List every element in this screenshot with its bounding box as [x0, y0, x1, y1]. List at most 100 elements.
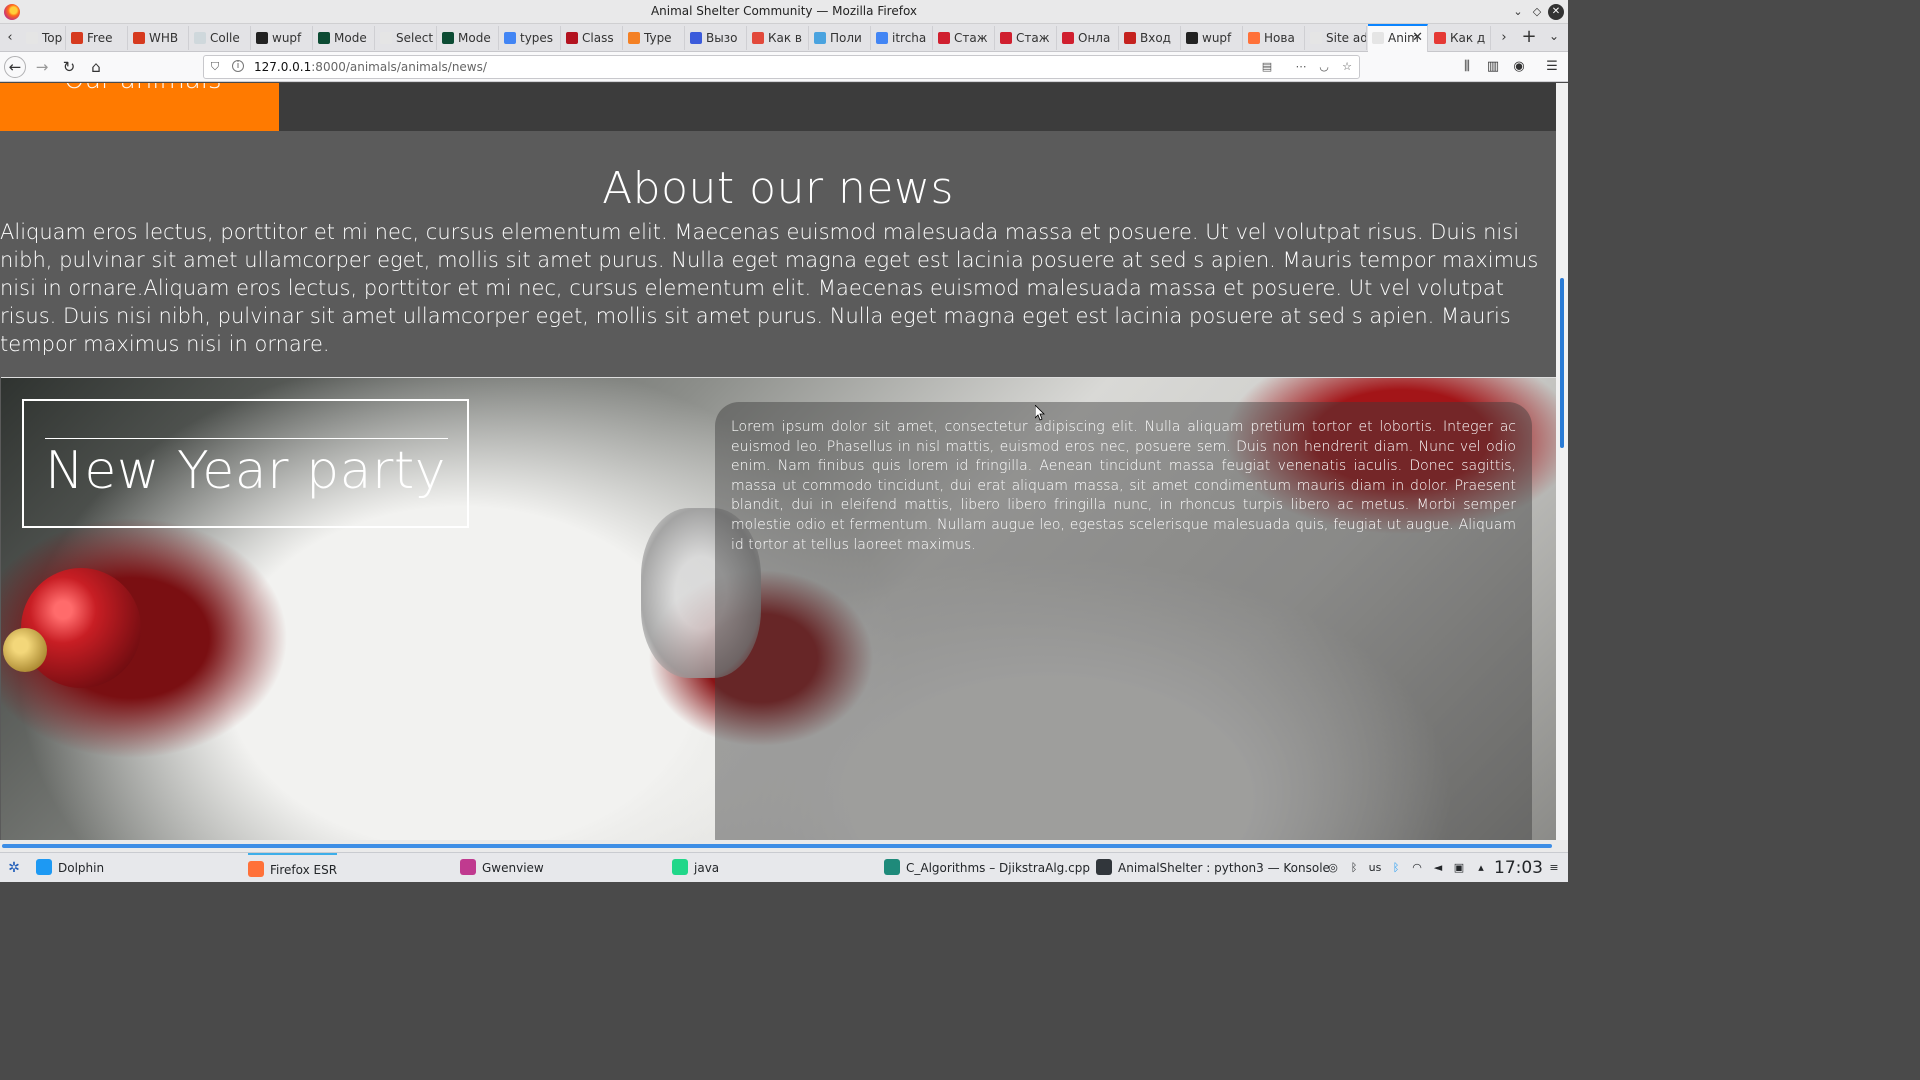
taskbar-task[interactable]: C_Algorithms – DjikstraAlg.cpp — [884, 853, 1090, 883]
page-actions-icon[interactable]: ⋯ — [1294, 60, 1308, 74]
browser-tab[interactable]: Как в — [748, 26, 809, 50]
app-icon — [36, 859, 52, 875]
taskbar-task[interactable]: Gwenview — [460, 853, 544, 883]
browser-tab[interactable]: Стаж — [934, 26, 995, 50]
tray-expand-icon[interactable]: ▴ — [1474, 861, 1488, 875]
ornament-image — [3, 628, 47, 672]
browser-tab[interactable]: Anim ✕ — [1368, 24, 1428, 52]
tab-label: Онла — [1078, 31, 1111, 45]
task-label: java — [694, 861, 720, 875]
sidebar-icon[interactable]: ▥ — [1484, 58, 1502, 76]
tab-list-icon[interactable]: ⌄ — [1546, 29, 1562, 47]
taskbar-task[interactable]: Firefox ESR — [248, 853, 338, 883]
favicon-icon — [256, 32, 268, 44]
site-nav-bar: Our animals — [0, 83, 1556, 131]
tab-scroll-left-icon[interactable]: ‹ — [2, 29, 18, 47]
browser-tab[interactable]: Стаж — [996, 26, 1057, 50]
news-title: New Year party — [45, 441, 446, 501]
network-status-icon[interactable]: ◎ — [1326, 861, 1340, 875]
tab-label: Нова — [1264, 31, 1295, 45]
browser-tab[interactable]: Нова — [1244, 26, 1305, 50]
back-button[interactable]: ← — [4, 56, 26, 78]
browser-tab[interactable]: Mode — [438, 26, 499, 50]
volume-icon[interactable]: ◄ — [1431, 861, 1445, 875]
news-title-box: New Year party — [22, 399, 469, 528]
about-heading: About our news — [602, 163, 954, 214]
tab-label: Стаж — [954, 31, 988, 45]
browser-tab[interactable]: Top a — [22, 26, 66, 50]
close-window-icon[interactable]: ✕ — [1548, 4, 1564, 20]
browser-tab[interactable]: types — [500, 26, 561, 50]
reader-view-icon[interactable]: ▤ — [1260, 60, 1274, 74]
browser-tab[interactable]: Mode — [314, 26, 375, 50]
scrollbar-thumb[interactable] — [2, 844, 1552, 848]
news-card[interactable]: New Year party Lorem ipsum dolor sit ame… — [1, 377, 1556, 840]
application-launcher-icon[interactable]: ✲ — [4, 858, 24, 878]
taskbar-task[interactable]: java — [672, 853, 719, 883]
shield-icon[interactable]: ⛉ — [208, 60, 222, 74]
browser-tab[interactable]: Colle — [190, 26, 251, 50]
url-bar[interactable]: ⛉ i 127.0.0.1:8000/animals/animals/news/… — [203, 55, 1360, 79]
tab-label: Стаж — [1016, 31, 1050, 45]
reload-button[interactable]: ↻ — [58, 56, 80, 78]
browser-tab[interactable]: Select ar — [376, 26, 437, 50]
browser-tab[interactable]: Free — [67, 26, 128, 50]
tab-label: Mode — [458, 31, 491, 45]
pocket-icon[interactable]: ◡ — [1317, 60, 1331, 74]
browser-tab[interactable]: Поли — [810, 26, 871, 50]
favicon-icon — [1000, 32, 1012, 44]
browser-tab[interactable]: Вход — [1120, 26, 1181, 50]
maximize-icon[interactable]: ◇ — [1529, 4, 1545, 20]
tab-label: wupf — [272, 31, 302, 45]
taskbar-task[interactable]: AnimalShelter : python3 — Konsole — [1096, 853, 1330, 883]
window-titlebar: Animal Shelter Community — Mozilla Firef… — [0, 0, 1568, 24]
home-button[interactable]: ⌂ — [85, 56, 107, 78]
favicon-icon — [814, 32, 826, 44]
bookmark-star-icon[interactable]: ☆ — [1340, 60, 1354, 74]
bluetooth-icon[interactable]: ᛒ — [1347, 861, 1361, 875]
tab-label: wupf — [1202, 31, 1232, 45]
browser-tab[interactable]: WHB — [129, 26, 189, 50]
browser-tab[interactable]: Type — [624, 26, 685, 50]
tab-label: Mode — [334, 31, 367, 45]
nav-item-label: Our animals — [64, 83, 222, 95]
browser-tab[interactable]: Как д — [1430, 26, 1491, 50]
news-text-panel: Lorem ipsum dolor sit amet, consectetur … — [715, 402, 1532, 840]
account-icon[interactable]: ◉ — [1510, 58, 1528, 76]
app-icon — [248, 861, 264, 877]
browser-tab[interactable]: wupf — [1182, 26, 1243, 50]
tab-label: Site adm — [1326, 31, 1366, 45]
bluetooth-status-icon[interactable]: ᛒ — [1389, 861, 1403, 875]
browser-tab[interactable]: itrcha — [872, 26, 933, 50]
panel-menu-icon[interactable]: ≡ — [1547, 861, 1561, 875]
library-icon[interactable]: ⫼ — [1458, 58, 1476, 76]
forward-button[interactable]: → — [31, 56, 53, 78]
keyboard-layout-indicator[interactable]: us — [1366, 861, 1384, 875]
menu-icon[interactable]: ☰ — [1543, 58, 1561, 76]
browser-tab[interactable]: Site adm — [1306, 26, 1367, 50]
nav-item-our-animals[interactable]: Our animals — [0, 83, 279, 131]
clipboard-icon[interactable]: ▣ — [1452, 861, 1466, 875]
favicon-icon — [876, 32, 888, 44]
browser-tab[interactable]: wupf — [252, 26, 313, 50]
scrollbar-thumb[interactable] — [1560, 278, 1564, 448]
horizontal-scrollbar[interactable] — [0, 840, 1568, 852]
tab-scroll-right-icon[interactable]: › — [1496, 29, 1512, 47]
vertical-scrollbar[interactable] — [1556, 83, 1568, 840]
browser-tab[interactable]: Class — [562, 26, 623, 50]
browser-tab[interactable]: Онла — [1058, 26, 1119, 50]
tab-label: WHB — [149, 31, 179, 45]
browser-tab[interactable]: Вызо — [686, 26, 747, 50]
close-tab-icon[interactable]: ✕ — [1412, 26, 1423, 50]
taskbar-task[interactable]: Dolphin — [36, 853, 104, 883]
ornament-image — [21, 568, 141, 688]
info-icon[interactable]: i — [232, 60, 244, 72]
favicon-icon — [1186, 32, 1198, 44]
favicon-icon — [690, 32, 702, 44]
minimize-icon[interactable]: ⌄ — [1510, 4, 1526, 20]
new-tab-button[interactable]: + — [1519, 28, 1539, 48]
url-text[interactable]: 127.0.0.1:8000/animals/animals/news/ — [254, 60, 487, 74]
wifi-icon[interactable]: ◠ — [1410, 861, 1424, 875]
clock[interactable]: 17:03 — [1494, 858, 1543, 878]
favicon-icon — [1248, 32, 1260, 44]
